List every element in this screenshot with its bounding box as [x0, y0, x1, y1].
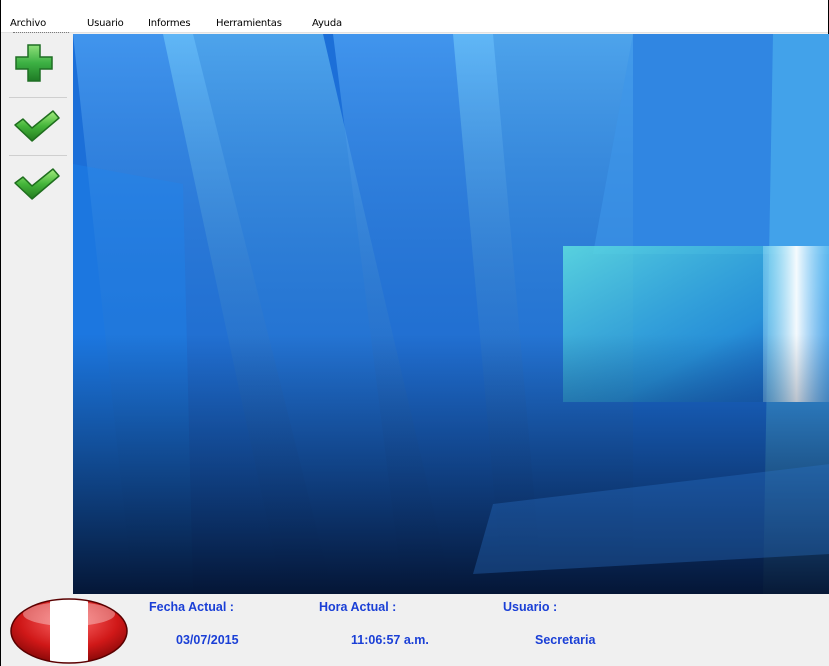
menu-bar: Archivo Usuario Informes Herramientas Ay… — [1, 0, 828, 33]
wallpaper-image — [73, 34, 829, 594]
time-label: Hora Actual : — [319, 600, 397, 614]
desktop-wallpaper — [73, 34, 829, 594]
accept-button[interactable] — [9, 101, 67, 151]
menu-usuario[interactable]: Usuario — [87, 18, 124, 29]
main-window: Archivo Usuario Informes Herramientas Ay… — [0, 0, 829, 666]
user-label: Usuario : — [503, 600, 558, 614]
toolbar-separator — [9, 97, 67, 98]
status-bar: Fecha Actual : 03/07/2015 Hora Actual : … — [1, 594, 829, 666]
menu-ayuda[interactable]: Ayuda — [312, 18, 342, 29]
date-value: 03/07/2015 — [176, 633, 239, 647]
plus-icon — [15, 44, 53, 82]
time-value: 11:06:57 a.m. — [351, 633, 429, 647]
toolbar-separator — [9, 155, 67, 156]
confirm-button[interactable] — [9, 159, 67, 209]
peru-flag-icon — [10, 598, 128, 664]
menu-informes[interactable]: Informes — [148, 18, 191, 29]
user-value: Secretaria — [535, 633, 596, 647]
check-icon — [14, 110, 60, 142]
menu-herramientas[interactable]: Herramientas — [216, 18, 282, 29]
date-label: Fecha Actual : — [149, 600, 234, 614]
menu-archivo[interactable]: Archivo — [10, 18, 46, 29]
add-button[interactable] — [9, 38, 67, 88]
check-icon — [14, 168, 60, 200]
side-toolbar — [1, 34, 73, 594]
